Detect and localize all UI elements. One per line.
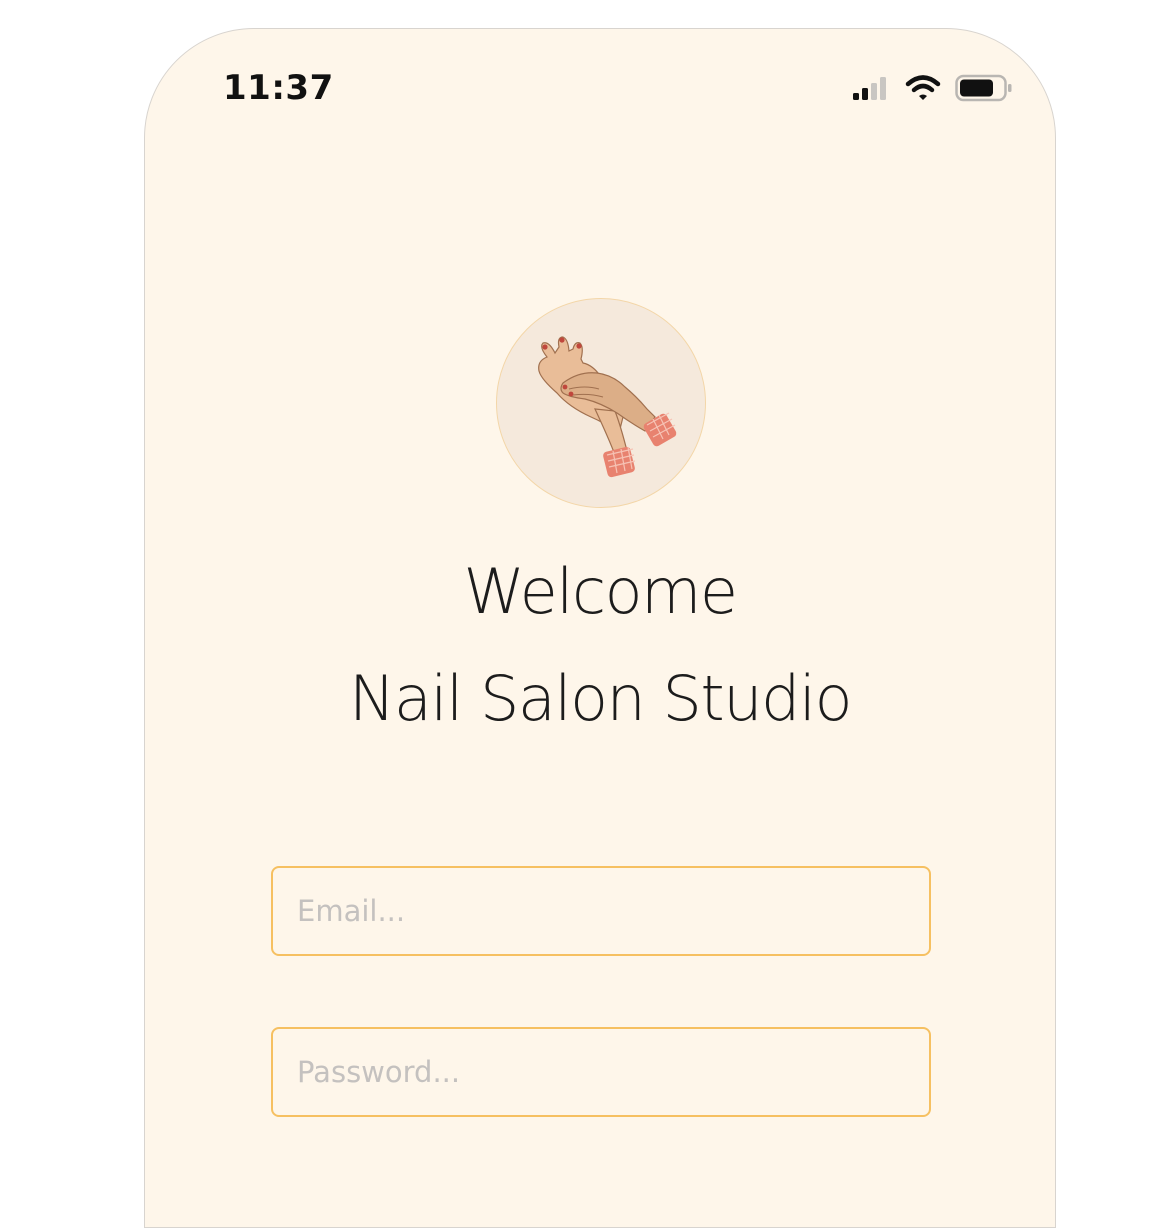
password-field[interactable] [271,1027,931,1117]
status-bar: 11:37 [145,29,1055,149]
welcome-title: Welcome [463,555,738,628]
status-time: 11:37 [223,68,334,108]
email-field[interactable] [271,866,931,956]
phone-screen: 11:37 Welcome Nail Salon Studio Email... [144,28,1056,1228]
cellular-signal-icon [851,75,891,106]
wifi-icon [905,74,941,107]
logo-hands-icon [496,298,706,508]
battery-icon [955,74,1013,107]
salon-name-title: Nail Salon Studio [348,662,853,735]
status-icons [851,73,1013,107]
